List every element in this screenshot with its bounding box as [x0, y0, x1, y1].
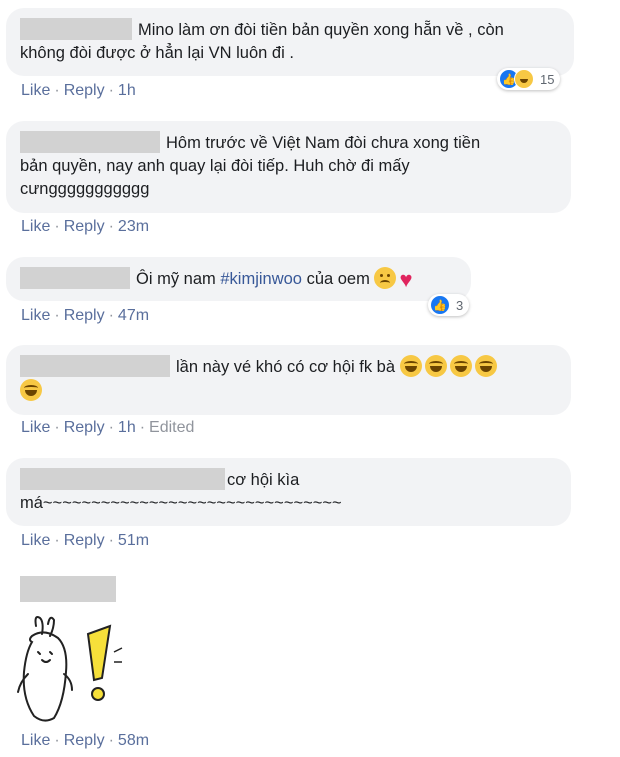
laughing-emoji-icon [449, 355, 472, 377]
timestamp[interactable]: 1h [118, 82, 136, 99]
separator: · [54, 218, 60, 235]
separator: · [108, 419, 114, 436]
reply-link[interactable]: Reply [64, 419, 105, 436]
reply-link[interactable]: Reply [64, 532, 105, 549]
reaction-count: 15 [540, 71, 555, 87]
comment-bubble-5: cơ hội kìa má~~~~~~~~~~~~~~~~~~~~~~~~~~~… [6, 458, 571, 526]
like-link[interactable]: Like [21, 218, 50, 235]
separator: · [54, 307, 60, 324]
sticker-image[interactable] [14, 612, 134, 724]
reply-link[interactable]: Reply [64, 218, 105, 235]
comment-bubble-2: Hôm trước về Việt Nam đòi chưa xong tiền… [6, 121, 571, 213]
timestamp[interactable]: 51m [118, 532, 149, 549]
comment-text: Ôi mỹ nam [136, 270, 221, 288]
redacted-name [20, 267, 130, 289]
sad-emoji-icon [374, 267, 397, 289]
haha-reaction-icon [514, 69, 534, 89]
laughing-emoji-icon [399, 355, 422, 377]
redacted-name [20, 131, 160, 153]
redacted-name [20, 355, 170, 377]
comment-bubble-3: Ôi mỹ nam #kimjinwoo của oem ♥ [6, 257, 471, 301]
comment-text: má~~~~~~~~~~~~~~~~~~~~~~~~~~~~~~~ [20, 494, 342, 512]
like-link[interactable]: Like [21, 532, 50, 549]
comment-text: lần này vé khó có cơ hội fk bà [176, 358, 396, 376]
comment-text: Mino làm ơn đòi tiền bản quyền xong hẵn … [138, 21, 504, 39]
separator: · [108, 532, 114, 549]
comment-actions: Like · Reply · 51m [21, 532, 149, 550]
comment-actions: Like · Reply · 1h · Edited [21, 419, 194, 437]
comment-actions: Like · Reply · 47m [21, 307, 149, 325]
comment-text: không đòi được ở hẳn lại VN luôn đi . [20, 44, 294, 62]
laughing-emoji-icon [424, 355, 447, 377]
like-link[interactable]: Like [21, 419, 50, 436]
separator: · [54, 82, 60, 99]
separator: · [54, 532, 60, 549]
redacted-name [20, 468, 225, 490]
reply-link[interactable]: Reply [64, 732, 105, 749]
separator: · [108, 732, 114, 749]
like-link[interactable]: Like [21, 82, 50, 99]
timestamp[interactable]: 47m [118, 307, 149, 324]
comment-actions: Like · Reply · 58m [21, 732, 149, 750]
separator: · [108, 218, 114, 235]
timestamp[interactable]: 1h [118, 419, 136, 436]
comment-actions: Like · Reply · 1h [21, 82, 136, 100]
like-reaction-icon: 👍 [430, 295, 450, 315]
redacted-name [20, 18, 132, 40]
separator: · [108, 307, 114, 324]
comment-text: cưnggggggggggg [20, 180, 150, 198]
heart-icon: ♥ [399, 267, 413, 292]
separator: · [139, 419, 146, 436]
comment-bubble-1: Mino làm ơn đòi tiền bản quyền xong hẵn … [6, 8, 574, 76]
hashtag-link[interactable]: #kimjinwoo [220, 270, 302, 288]
comment-text: cơ hội kìa [227, 471, 300, 489]
separator: · [108, 82, 114, 99]
like-link[interactable]: Like [21, 307, 50, 324]
separator: · [54, 419, 60, 436]
reply-link[interactable]: Reply [64, 82, 105, 99]
laughing-emoji-icon [474, 355, 497, 377]
like-link[interactable]: Like [21, 732, 50, 749]
timestamp[interactable]: 58m [118, 732, 149, 749]
comment-text: Hôm trước về Việt Nam đòi chưa xong tiền [166, 134, 481, 152]
redacted-name [20, 576, 116, 602]
reaction-summary[interactable]: 👍 3 [428, 294, 470, 316]
comment-text: của oem [301, 270, 370, 288]
laughing-emoji-icon [20, 379, 42, 401]
comment-text: bản quyền, nay anh quay lại đòi tiếp. Hu… [20, 157, 410, 175]
comment-bubble-4: lần này vé khó có cơ hội fk bà [6, 345, 571, 415]
reaction-summary[interactable]: 👍 15 [497, 68, 561, 90]
reply-link[interactable]: Reply [64, 307, 105, 324]
timestamp[interactable]: 23m [118, 218, 149, 235]
separator: · [54, 732, 60, 749]
reaction-count: 3 [456, 297, 464, 313]
comment-actions: Like · Reply · 23m [21, 218, 149, 236]
edited-label[interactable]: Edited [149, 419, 194, 436]
